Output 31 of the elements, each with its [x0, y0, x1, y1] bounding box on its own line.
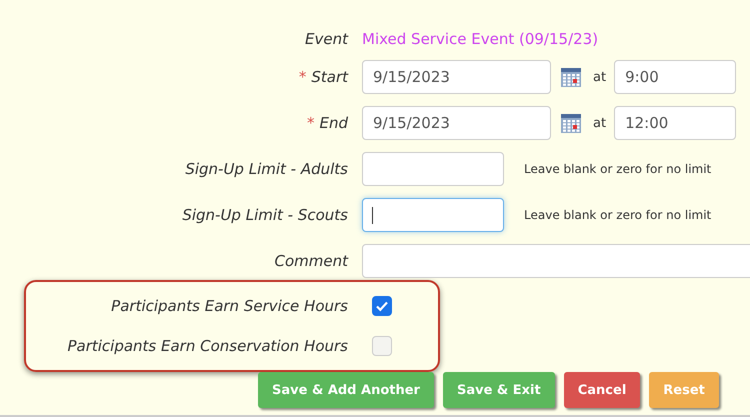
required-marker: * — [306, 114, 314, 132]
at-label: at — [593, 116, 606, 130]
hint-text: Leave blank or zero for no limit — [524, 208, 712, 222]
field-label: Start — [311, 68, 348, 86]
text-cursor — [372, 207, 373, 224]
checkbox[interactable] — [372, 296, 392, 316]
checkbox-label: Participants Earn Service Hours — [110, 297, 348, 315]
form-button[interactable]: Save & Exit — [442, 372, 555, 408]
calendar-icon[interactable] — [561, 67, 581, 87]
field-label: Comment — [274, 252, 348, 270]
date-field[interactable]: 9/15/2023 — [362, 106, 551, 140]
comment-field[interactable] — [362, 244, 750, 278]
at-label: at — [593, 70, 606, 84]
checkbox-label: Participants Earn Conservation Hours — [66, 337, 348, 355]
number-field[interactable] — [362, 198, 504, 232]
time-field[interactable]: 12:00 — [614, 106, 736, 140]
field-label: End — [319, 114, 348, 132]
check-icon — [375, 299, 389, 313]
number-field[interactable] — [362, 152, 504, 186]
time-field[interactable]: 9:00 — [614, 60, 736, 94]
calendar-icon[interactable] — [561, 113, 581, 133]
field-label: Event — [304, 30, 348, 48]
required-marker: * — [298, 68, 306, 86]
hint-text: Leave blank or zero for no limit — [524, 162, 712, 176]
checkbox[interactable] — [372, 336, 392, 356]
event-link[interactable]: Mixed Service Event (09/15/23) — [362, 30, 598, 48]
form-button[interactable]: Save & Add Another — [258, 372, 434, 408]
field-label: Sign-Up Limit - Scouts — [181, 206, 348, 224]
field-label: Sign-Up Limit - Adults — [184, 160, 348, 178]
date-field[interactable]: 9/15/2023 — [362, 60, 551, 94]
form-button[interactable]: Cancel — [564, 372, 640, 408]
